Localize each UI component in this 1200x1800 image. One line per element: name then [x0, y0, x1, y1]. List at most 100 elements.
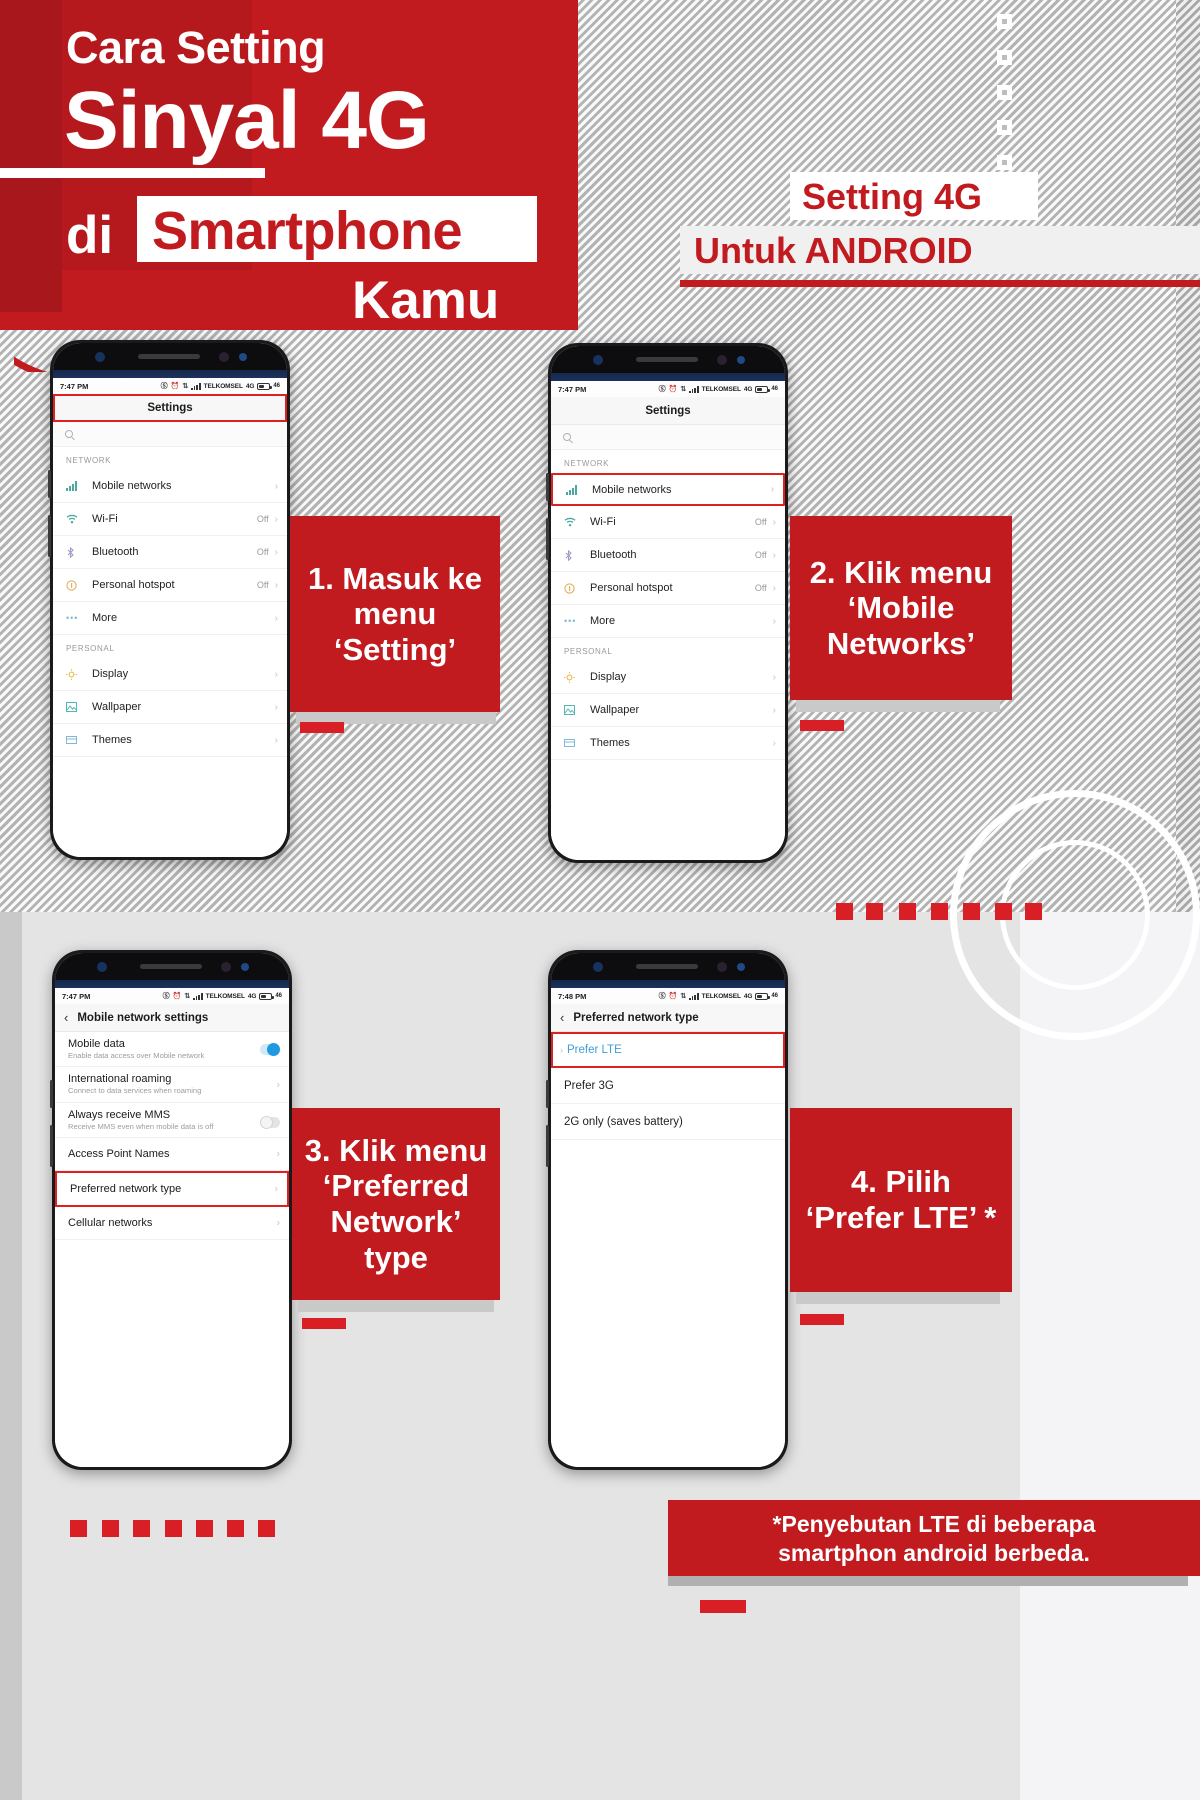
settings-row-wifi[interactable]: Wi-Fi Off › [53, 503, 287, 536]
status-battery: 46 [771, 386, 778, 392]
status-battery: 46 [273, 383, 280, 389]
decor-red-square [995, 903, 1012, 920]
settings-row-wallpaper[interactable]: Wallpaper › [551, 694, 785, 727]
appbar-title: Preferred network type [573, 1011, 699, 1024]
row-subtitle: Receive MMS even when mobile data is off [68, 1121, 214, 1131]
settings-row-value: Off [754, 550, 767, 560]
mute-icon: Ⓢ [160, 383, 168, 390]
badge-rule [680, 280, 1200, 287]
decor-red-square [836, 903, 853, 920]
appbar-preferred-network-type[interactable]: ‹ Preferred network type [551, 1004, 785, 1032]
appbar-mobile-network-settings[interactable]: ‹ Mobile network settings [55, 1004, 289, 1032]
settings-row-access-point-names[interactable]: Access Point Names › [55, 1138, 289, 1172]
alarm-icon: ⏰ [172, 993, 182, 1000]
settings-row-label: Display [590, 671, 627, 683]
footnote-shadow [668, 1576, 1188, 1586]
decor-white-square [997, 120, 1012, 135]
settings-row-label: Mobile networks [592, 483, 672, 496]
front-camera-icon [97, 962, 107, 972]
more-dots-icon: ••• [66, 613, 79, 623]
settings-row-cellular-networks[interactable]: Cellular networks › [55, 1207, 289, 1241]
settings-row-themes[interactable]: Themes › [53, 724, 287, 757]
decor-red-square [196, 1520, 213, 1537]
background-right-strip [1176, 0, 1200, 912]
settings-row-bluetooth[interactable]: Bluetooth Off › [551, 539, 785, 572]
option-prefer-lte[interactable]: › Prefer LTE [551, 1032, 785, 1068]
mobile-data-toggle[interactable] [260, 1043, 280, 1056]
earpiece-speaker [140, 964, 202, 969]
appbar-settings[interactable]: Settings [53, 394, 287, 422]
battery-icon [755, 992, 770, 1000]
section-header-network: NETWORK [53, 447, 287, 470]
row-title: Mobile data [68, 1038, 125, 1050]
callout-shadow-2 [796, 700, 1000, 712]
display-icon [66, 668, 86, 680]
phone-notch [551, 346, 785, 373]
settings-row-display[interactable]: Display › [53, 658, 287, 691]
footnote-dash [700, 1600, 746, 1613]
settings-row-wifi[interactable]: Wi-Fi Off › [551, 506, 785, 539]
always-receive-mms-toggle[interactable] [260, 1115, 280, 1129]
settings-row-label: Mobile networks [92, 480, 172, 492]
iris-sensor-icon [241, 963, 249, 971]
chevron-right-icon: › [770, 484, 774, 495]
settings-row-always-receive-mms[interactable]: Always receive MMS Receive MMS even when… [55, 1102, 289, 1139]
decor-red-square [931, 903, 948, 920]
appbar-settings[interactable]: Settings [551, 397, 785, 425]
settings-row-wallpaper[interactable]: Wallpaper › [53, 691, 287, 724]
option-2g-only[interactable]: 2G only (saves battery) [551, 1104, 785, 1140]
back-arrow-icon[interactable]: ‹ [560, 1011, 564, 1024]
settings-row-label: Bluetooth [92, 546, 139, 558]
chevron-right-icon: › [772, 516, 776, 528]
chevron-right-icon: › [276, 1217, 280, 1229]
row-subtitle: Connect to data services when roaming [68, 1086, 202, 1096]
settings-row-mobile-networks[interactable]: Mobile networks › [551, 473, 785, 506]
callout-shadow-3 [298, 1300, 494, 1312]
status-battery: 46 [771, 993, 778, 999]
settings-row-label: Personal hotspot [92, 579, 175, 591]
header-line-2: Sinyal 4G [64, 75, 430, 166]
decor-red-square [963, 903, 980, 920]
data-transfer-icon: ⇅ [184, 993, 191, 1000]
settings-row-bluetooth[interactable]: Bluetooth Off › [53, 536, 287, 569]
iris-sensor-icon [737, 963, 745, 971]
phone-mockup-preferred-network-type: 7:48 PM Ⓢ ⏰ ⇅ TELKOMSEL 4G 46 ‹ Preferre… [546, 950, 788, 1470]
decor-red-square [70, 1520, 87, 1537]
row-title: Cellular networks [68, 1217, 153, 1230]
settings-row-mobile-data[interactable]: Mobile data Enable data access over Mobi… [55, 1032, 289, 1068]
status-time: 7:47 PM [62, 991, 91, 1001]
settings-row-mobile-networks[interactable]: Mobile networks › [53, 470, 287, 503]
settings-row-label: More [590, 615, 616, 627]
search-input[interactable] [53, 422, 287, 447]
callout-dash-3 [302, 1318, 346, 1329]
option-label: 2G only (saves battery) [564, 1115, 683, 1128]
settings-row-personal-hotspot[interactable]: Personal hotspot Off › [53, 569, 287, 602]
status-network: 4G [743, 385, 753, 393]
wifi-icon [564, 517, 584, 527]
settings-row-display[interactable]: Display › [551, 661, 785, 694]
chevron-right-icon: › [274, 480, 278, 492]
settings-row-preferred-network-type[interactable]: Preferred network type › [55, 1171, 289, 1208]
footnote-line-1: *Penyebutan LTE di beberapa [772, 1511, 1096, 1537]
settings-row-personal-hotspot[interactable]: Personal hotspot Off › [551, 572, 785, 605]
callout-shadow-4 [796, 1292, 1000, 1304]
data-transfer-icon: ⇅ [680, 993, 687, 1000]
bluetooth-icon [564, 549, 584, 561]
phone-screen: 7:47 PM Ⓢ ⏰ ⇅ TELKOMSEL 4G 46 ‹ Mobile n… [55, 988, 289, 1467]
option-prefer-3g[interactable]: Prefer 3G [551, 1068, 785, 1104]
chevron-right-icon: › [772, 737, 776, 749]
appbar-title: Settings [147, 402, 193, 414]
signal-bars-icon [566, 484, 586, 495]
settings-row-themes[interactable]: Themes › [551, 727, 785, 760]
settings-row-more[interactable]: ••• More › [551, 605, 785, 638]
status-bar: 7:47 PM Ⓢ ⏰ ⇅ TELKOMSEL 4G 46 [551, 381, 785, 397]
settings-row-label: Display [92, 668, 129, 680]
settings-row-more[interactable]: ••• More › [53, 602, 287, 635]
decor-red-square [102, 1520, 119, 1537]
settings-row-label: Themes [590, 737, 630, 749]
back-arrow-icon[interactable]: ‹ [64, 1011, 68, 1024]
decor-red-square [133, 1520, 150, 1537]
search-input[interactable] [551, 425, 785, 450]
settings-row-label: More [92, 612, 118, 624]
settings-row-international-roaming[interactable]: International roaming Connect to data se… [55, 1067, 289, 1103]
